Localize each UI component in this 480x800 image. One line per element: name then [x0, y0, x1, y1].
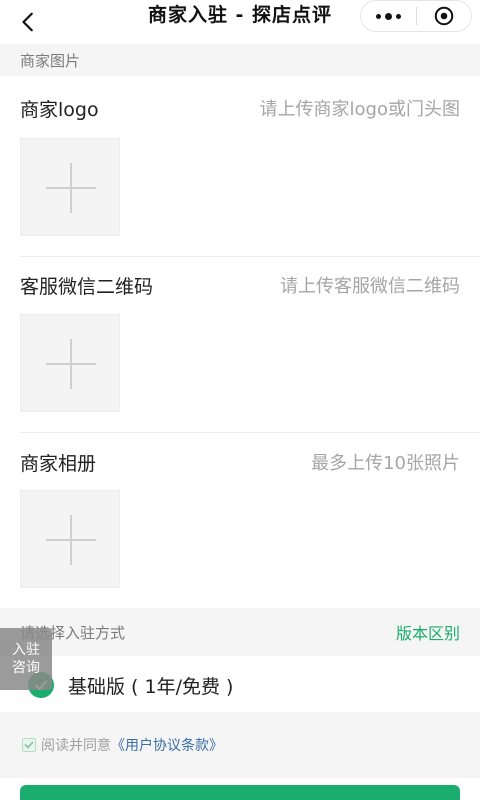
close-button[interactable] — [417, 1, 471, 31]
upload-row-wechat-qr: 客服微信二维码 请上传客服微信二维码 — [20, 265, 460, 305]
agreement-prefix: 阅读并同意 — [41, 738, 111, 754]
upload-logo-button[interactable] — [20, 138, 120, 236]
plan-option-basic[interactable]: 基础版 ( 1年/免费 ) — [0, 656, 480, 712]
section-header-mode: 请选择入驻方式 版本区别 — [0, 608, 480, 656]
divider — [20, 432, 480, 433]
divider — [20, 256, 480, 257]
plan-option-label: 基础版 ( 1年/免费 ) — [68, 676, 234, 698]
more-button[interactable] — [361, 1, 416, 31]
nav-bar: 商家入驻 - 探店点评 — [0, 0, 480, 44]
upload-logo-hint: 请上传商家logo或门头图 — [259, 99, 460, 120]
consult-line2: 咨询 — [12, 660, 40, 676]
section-header-images: 商家图片 — [0, 44, 480, 76]
upload-wechat-qr-button[interactable] — [20, 314, 120, 412]
agreement-row: 阅读并同意 《用户协议条款》 — [0, 712, 480, 778]
upload-logo-label: 商家logo — [20, 98, 99, 121]
upload-wechat-qr-hint: 请上传客服微信二维码 — [280, 276, 460, 297]
capsule-menu — [360, 0, 472, 32]
check-icon — [24, 741, 34, 749]
upload-album-label: 商家相册 — [20, 452, 97, 475]
upload-wechat-qr-label: 客服微信二维码 — [20, 275, 154, 298]
agreement-checkbox[interactable] — [22, 738, 36, 752]
consult-float-button[interactable]: 入驻 咨询 — [0, 628, 52, 690]
target-close-icon — [434, 6, 454, 26]
submit-button[interactable] — [20, 785, 460, 800]
consult-line1: 入驻 — [12, 642, 40, 658]
section-header-images-label: 商家图片 — [20, 51, 81, 70]
upload-row-album: 商家相册 最多上传10张照片 — [20, 442, 460, 482]
user-agreement-link[interactable]: 《用户协议条款》 — [111, 735, 223, 755]
more-dots-icon — [376, 13, 381, 19]
upload-album-button[interactable] — [20, 490, 120, 588]
upload-album-hint: 最多上传10张照片 — [311, 453, 460, 474]
version-diff-link[interactable]: 版本区别 — [396, 620, 460, 644]
upload-row-logo: 商家logo 请上传商家logo或门头图 — [20, 88, 460, 128]
